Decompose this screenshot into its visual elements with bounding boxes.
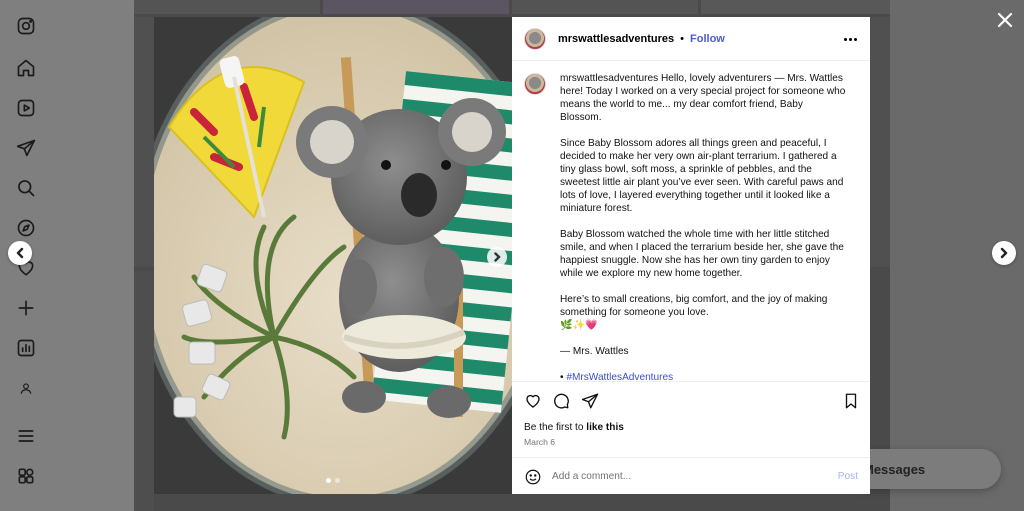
menu-icon[interactable] <box>15 425 37 447</box>
likes-prefix: Be the first to <box>524 422 584 433</box>
avatar[interactable] <box>524 73 546 95</box>
like-this-link[interactable]: like this <box>586 422 624 433</box>
share-button[interactable] <box>581 392 599 410</box>
emoji-icon <box>525 469 541 484</box>
caption-scroll-area[interactable]: mrswattlesadventures Hello, lovely adven… <box>512 62 870 381</box>
more-options-icon <box>843 37 847 41</box>
carousel-dot <box>335 478 340 483</box>
hashtag-bullet: • <box>560 372 564 381</box>
reels-icon[interactable] <box>15 97 37 119</box>
post-actions: Be the first to like this March 6 Post <box>512 381 870 496</box>
chevron-right-icon <box>494 252 501 262</box>
separator-dot: • <box>680 32 685 45</box>
avatar[interactable] <box>524 27 546 50</box>
comment-input[interactable] <box>552 471 822 482</box>
follow-button[interactable]: Follow <box>690 33 725 45</box>
caption-paragraph: Since Baby Blossom adores all things gre… <box>560 138 844 214</box>
instagram-logo-icon[interactable] <box>15 15 37 37</box>
caption-signature: — Mrs. Wattles <box>560 346 629 357</box>
close-icon <box>997 12 1013 28</box>
chevron-left-icon <box>16 247 24 259</box>
caption-text: mrswattlesadventures Hello, lovely adven… <box>560 72 846 381</box>
emoji-button[interactable] <box>524 468 542 486</box>
post-panel: mrswattlesadventures • Follow mrswattles… <box>512 17 870 494</box>
username-link[interactable]: mrswattlesadventures <box>558 33 674 45</box>
create-icon[interactable] <box>15 297 37 319</box>
post-photo[interactable] <box>154 17 512 494</box>
direct-icon[interactable] <box>15 137 37 159</box>
like-button[interactable] <box>524 392 542 410</box>
next-post-button[interactable] <box>992 241 1016 265</box>
explore-icon[interactable] <box>15 217 37 239</box>
dashboard-icon[interactable] <box>15 337 37 359</box>
hashtag-link[interactable]: #MrsWattlesAdventures <box>566 372 673 381</box>
search-icon[interactable] <box>15 177 37 199</box>
messages-label: Messages <box>863 461 926 477</box>
save-button[interactable] <box>842 392 860 410</box>
bookmark-icon <box>845 393 857 409</box>
terrarium-koala-photo <box>154 17 512 494</box>
caption-paragraph: Baby Blossom watched the whole time with… <box>560 229 844 279</box>
comment-button[interactable] <box>552 392 570 410</box>
also-from-meta-icon[interactable] <box>15 465 37 487</box>
next-image-button[interactable] <box>487 247 507 267</box>
more-options-button[interactable] <box>842 31 858 47</box>
carousel-dot-active <box>326 478 331 483</box>
comment-bar: Post <box>512 457 870 495</box>
post-comment-button[interactable]: Post <box>838 471 858 482</box>
home-icon[interactable] <box>15 57 37 79</box>
likes-summary: Be the first to like this <box>524 422 624 433</box>
previous-post-button[interactable] <box>8 241 32 265</box>
close-button[interactable] <box>994 9 1016 31</box>
post-header: mrswattlesadventures • Follow <box>512 17 870 61</box>
carousel-indicator <box>326 478 340 483</box>
share-icon <box>581 393 599 409</box>
comment-icon <box>554 393 569 409</box>
post-date[interactable]: March 6 <box>524 437 555 447</box>
caption-row: mrswattlesadventures Hello, lovely adven… <box>524 72 858 381</box>
profile-icon[interactable] <box>15 377 37 399</box>
chevron-right-icon <box>1000 247 1008 259</box>
heart-icon <box>526 394 540 408</box>
caption-paragraph: Here’s to small creations, big comfort, … <box>560 294 828 331</box>
caption-username[interactable]: mrswattlesadventures <box>560 73 658 84</box>
